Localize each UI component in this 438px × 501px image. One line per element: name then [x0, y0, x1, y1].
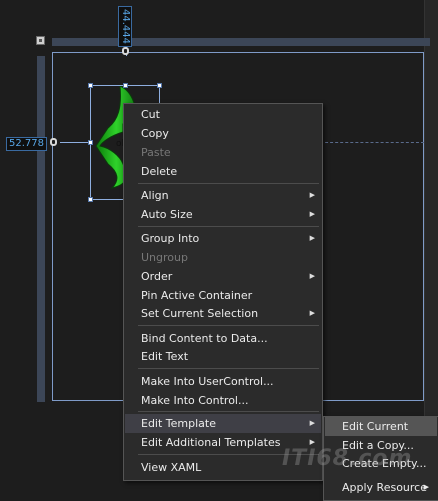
menu-item-ungroup: Ungroup: [125, 248, 321, 267]
menu-item-label: Bind Content to Data...: [141, 332, 268, 345]
horizontal-guide: [320, 142, 424, 143]
menu-item-label: Make Into Control...: [141, 394, 249, 407]
menu-item-label: Auto Size: [141, 208, 193, 221]
menu-separator: [138, 183, 319, 184]
left-margin-line: [60, 142, 90, 143]
menu-item-label: Paste: [141, 146, 171, 159]
menu-item-auto-size[interactable]: Auto Size ▶: [125, 205, 321, 224]
menu-item-group-into[interactable]: Group Into ▶: [125, 229, 321, 248]
left-ruler[interactable]: [37, 56, 45, 402]
menu-separator: [138, 325, 319, 326]
resize-handle[interactable]: [157, 83, 162, 88]
watermark: ITI68.com: [282, 446, 413, 471]
menu-item-label: Edit Text: [141, 350, 189, 363]
menu-item-label: Edit Template: [141, 417, 216, 430]
menu-item-copy[interactable]: Copy: [125, 124, 321, 143]
resize-handle[interactable]: [88, 140, 93, 145]
menu-item-order[interactable]: Order ▶: [125, 267, 321, 286]
submenu-arrow-icon: ▶: [309, 419, 315, 427]
menu-item-label: Pin Active Container: [141, 289, 253, 302]
submenu-item-edit-current[interactable]: Edit Current: [325, 417, 437, 436]
submenu-arrow-icon: ▶: [309, 272, 315, 280]
menu-item-label: Copy: [141, 127, 169, 140]
menu-item-label: Apply Resource: [342, 481, 427, 494]
menu-separator: [138, 226, 319, 227]
context-menu: Cut Copy Paste Delete Align ▶ Auto Size ▶ …: [123, 103, 323, 481]
menu-item-label: Make Into UserControl...: [141, 375, 274, 388]
lock-icon[interactable]: [50, 138, 57, 146]
menu-item-make-into-control[interactable]: Make Into Control...: [125, 391, 321, 410]
top-ruler[interactable]: [52, 38, 430, 46]
menu-item-label: Align: [141, 189, 169, 202]
submenu-item-apply-resource[interactable]: Apply Resource ▶: [325, 478, 437, 497]
menu-item-label: Edit Additional Templates: [141, 436, 281, 449]
menu-item-edit-text[interactable]: Edit Text: [125, 347, 321, 366]
menu-item-label: Edit Current: [342, 420, 409, 433]
lock-icon[interactable]: [122, 47, 129, 55]
menu-separator: [138, 411, 319, 412]
submenu-arrow-icon: ▶: [309, 210, 315, 218]
menu-item-label: Order: [141, 270, 173, 283]
menu-item-pin-active-container[interactable]: Pin Active Container: [125, 286, 321, 305]
resize-handle[interactable]: [88, 197, 93, 202]
menu-item-label: Ungroup: [141, 251, 188, 264]
submenu-arrow-icon: ▶: [423, 483, 429, 491]
ruler-corner-icon[interactable]: [36, 36, 45, 45]
resize-handle[interactable]: [123, 83, 128, 88]
menu-item-delete[interactable]: Delete: [125, 162, 321, 181]
menu-item-label: Cut: [141, 108, 160, 121]
menu-item-make-into-usercontrol[interactable]: Make Into UserControl...: [125, 372, 321, 391]
menu-item-bind-content[interactable]: Bind Content to Data...: [125, 329, 321, 348]
menu-item-paste: Paste: [125, 143, 321, 162]
resize-handle[interactable]: [88, 83, 93, 88]
menu-separator: [138, 368, 319, 369]
menu-item-cut[interactable]: Cut: [125, 105, 321, 124]
menu-item-align[interactable]: Align ▶: [125, 186, 321, 205]
menu-item-edit-template[interactable]: Edit Template ▶: [125, 414, 321, 433]
menu-item-label: Set Current Selection: [141, 307, 259, 320]
submenu-arrow-icon: ▶: [309, 234, 315, 242]
menu-item-label: View XAML: [141, 461, 202, 474]
height-measure-label: 44.444: [118, 6, 132, 47]
width-measure-label: 52.778: [6, 137, 47, 151]
submenu-arrow-icon: ▶: [309, 309, 315, 317]
submenu-arrow-icon: ▶: [309, 191, 315, 199]
menu-item-label: Group Into: [141, 232, 200, 245]
menu-item-set-current-selection[interactable]: Set Current Selection ▶: [125, 304, 321, 323]
menu-item-label: Delete: [141, 165, 178, 178]
